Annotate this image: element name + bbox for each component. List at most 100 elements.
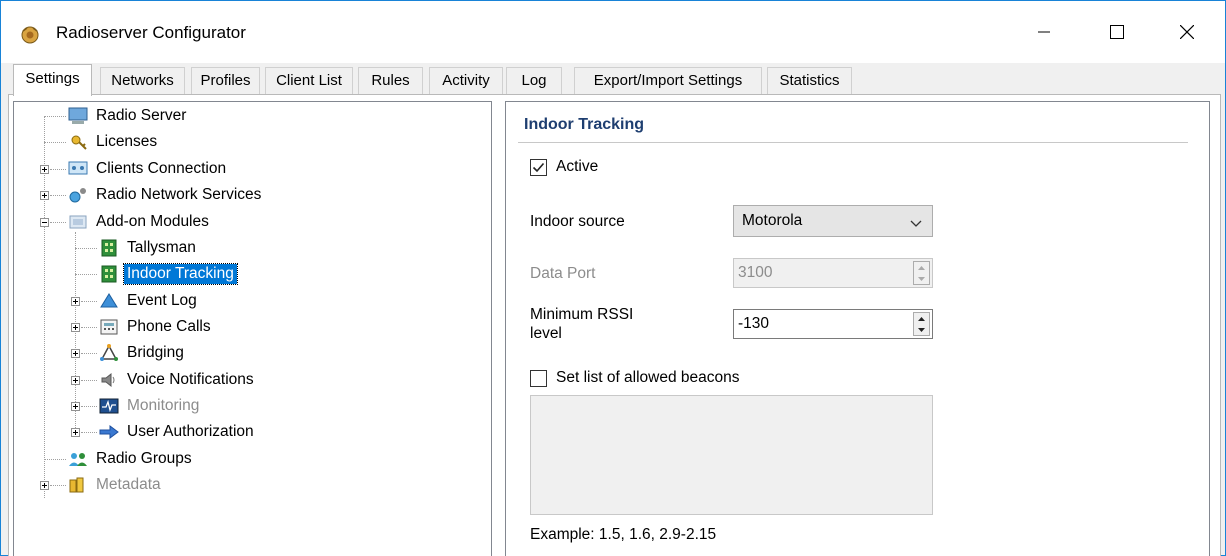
tree-item-add-on-modules[interactable]: Add-on Modules bbox=[67, 211, 212, 233]
speaker-icon bbox=[98, 370, 120, 390]
app-window: Radioserver Configurator Settings Networ… bbox=[0, 0, 1226, 556]
tree-item-label: Phone Calls bbox=[127, 318, 211, 335]
collapse-add-on-modules[interactable] bbox=[40, 218, 49, 227]
tab-export-import-settings[interactable]: Export/Import Settings bbox=[574, 67, 762, 94]
window-title: Radioserver Configurator bbox=[56, 23, 246, 42]
chevron-down-icon bbox=[910, 215, 922, 233]
data-port-label: Data Port bbox=[530, 265, 596, 282]
tab-client-list[interactable]: Client List bbox=[265, 67, 353, 94]
active-label[interactable]: Active bbox=[556, 158, 598, 176]
tree-item-tallysman[interactable]: Tallysman bbox=[98, 237, 199, 259]
expand-clients-connection[interactable] bbox=[40, 165, 49, 174]
monitoring-icon bbox=[98, 396, 120, 416]
settings-content: Radio Server Licenses Clients Connection… bbox=[8, 94, 1221, 556]
expand-event-log[interactable] bbox=[71, 297, 80, 306]
section-title: Indoor Tracking bbox=[524, 116, 645, 133]
tree-item-label: Add-on Modules bbox=[96, 213, 209, 230]
tree-item-clients-connection[interactable]: Clients Connection bbox=[67, 158, 229, 180]
tree-item-monitoring[interactable]: Monitoring bbox=[98, 395, 202, 417]
tab-rules[interactable]: Rules bbox=[358, 67, 423, 94]
tree-item-radio-server[interactable]: Radio Server bbox=[67, 105, 189, 127]
maximize-icon bbox=[1110, 25, 1124, 39]
minimize-button[interactable] bbox=[1021, 1, 1067, 63]
spin-up-icon[interactable] bbox=[914, 262, 929, 273]
close-icon bbox=[1180, 25, 1194, 39]
radioserver-app-icon bbox=[20, 25, 40, 45]
keys-icon bbox=[67, 132, 89, 152]
indoor-source-value: Motorola bbox=[742, 212, 803, 229]
tree-item-bridging[interactable]: Bridging bbox=[98, 342, 187, 364]
example-hint: Example: 1.5, 1.6, 2.9-2.15 bbox=[530, 526, 717, 543]
data-port-input[interactable]: 3100 bbox=[733, 258, 933, 288]
groups-icon bbox=[67, 449, 89, 469]
spin-up-icon[interactable] bbox=[914, 313, 929, 324]
expand-radio-network-services[interactable] bbox=[40, 191, 49, 200]
maximize-button[interactable] bbox=[1094, 1, 1140, 63]
tab-activity[interactable]: Activity bbox=[429, 67, 503, 94]
tree-item-radio-groups[interactable]: Radio Groups bbox=[67, 448, 195, 470]
tree-item-label: Metadata bbox=[96, 476, 161, 493]
expand-user-authorization[interactable] bbox=[71, 428, 80, 437]
tree-item-label: Radio Server bbox=[96, 107, 187, 124]
tree-item-label: Radio Network Services bbox=[96, 186, 262, 203]
tree-item-label: Clients Connection bbox=[96, 160, 227, 177]
minimize-icon bbox=[1038, 31, 1050, 33]
tree-item-label: Bridging bbox=[127, 344, 184, 361]
min-rssi-label: Minimum RSSI bbox=[530, 306, 634, 323]
tab-networks[interactable]: Networks bbox=[100, 67, 185, 94]
allowed-beacons-checkbox[interactable] bbox=[530, 370, 547, 387]
checkmark-icon bbox=[532, 162, 545, 173]
metadata-icon bbox=[67, 475, 89, 495]
title-bar: Radioserver Configurator bbox=[1, 1, 1225, 63]
tree-item-event-log[interactable]: Event Log bbox=[98, 290, 200, 312]
tab-log[interactable]: Log bbox=[506, 67, 562, 94]
tree-item-voice-notifications[interactable]: Voice Notifications bbox=[98, 369, 257, 391]
active-checkbox[interactable] bbox=[530, 159, 547, 176]
expand-bridging[interactable] bbox=[71, 349, 80, 358]
tree-item-label: Tallysman bbox=[127, 239, 196, 256]
section-divider bbox=[518, 142, 1188, 143]
tree-item-label: Radio Groups bbox=[96, 450, 192, 467]
network-icon bbox=[67, 159, 89, 179]
settings-tree[interactable]: Radio Server Licenses Clients Connection… bbox=[13, 101, 492, 556]
spin-down-icon[interactable] bbox=[914, 324, 929, 335]
tab-statistics[interactable]: Statistics bbox=[767, 67, 852, 94]
tree-item-label: Licenses bbox=[96, 133, 158, 150]
spin-down-icon[interactable] bbox=[914, 273, 929, 284]
event-log-icon bbox=[98, 291, 120, 311]
tree-item-phone-calls[interactable]: Phone Calls bbox=[98, 316, 214, 338]
module-chip-icon bbox=[98, 238, 120, 258]
bridging-icon bbox=[98, 343, 120, 363]
expand-voice-notifications[interactable] bbox=[71, 376, 80, 385]
expand-monitoring[interactable] bbox=[71, 402, 80, 411]
tree-item-label: Monitoring bbox=[127, 397, 200, 414]
authorization-icon bbox=[98, 422, 120, 442]
indoor-source-label: Indoor source bbox=[530, 213, 625, 230]
data-port-spinner[interactable] bbox=[913, 261, 930, 285]
services-icon bbox=[67, 185, 89, 205]
tab-settings[interactable]: Settings bbox=[13, 64, 92, 96]
phone-calls-icon bbox=[98, 317, 120, 337]
data-port-value: 3100 bbox=[738, 264, 773, 281]
tree-item-radio-network-services[interactable]: Radio Network Services bbox=[67, 184, 264, 206]
tab-profiles[interactable]: Profiles bbox=[191, 67, 260, 94]
module-chip-icon bbox=[98, 264, 120, 284]
modules-icon bbox=[67, 212, 89, 232]
tree-item-user-authorization[interactable]: User Authorization bbox=[98, 421, 257, 443]
min-rssi-input[interactable]: -130 bbox=[733, 309, 933, 339]
close-button[interactable] bbox=[1164, 1, 1210, 63]
min-rssi-value: -130 bbox=[738, 315, 770, 332]
tree-item-label: Event Log bbox=[127, 292, 197, 309]
tree-item-label: User Authorization bbox=[127, 423, 254, 440]
allowed-beacons-label[interactable]: Set list of allowed beacons bbox=[556, 369, 740, 387]
tree-item-metadata[interactable]: Metadata bbox=[67, 474, 164, 496]
min-rssi-spinner[interactable] bbox=[913, 312, 930, 336]
tree-item-indoor-tracking[interactable]: Indoor Tracking bbox=[98, 263, 238, 285]
indoor-source-select[interactable]: Motorola bbox=[733, 205, 933, 237]
min-rssi-label-level: level bbox=[530, 325, 562, 342]
tree-item-licenses[interactable]: Licenses bbox=[67, 131, 160, 153]
tree-item-label: Voice Notifications bbox=[127, 371, 254, 388]
indoor-tracking-panel: Indoor Tracking Active Indoor source Mot… bbox=[505, 101, 1210, 556]
expand-phone-calls[interactable] bbox=[71, 323, 80, 332]
expand-metadata[interactable] bbox=[40, 481, 49, 490]
